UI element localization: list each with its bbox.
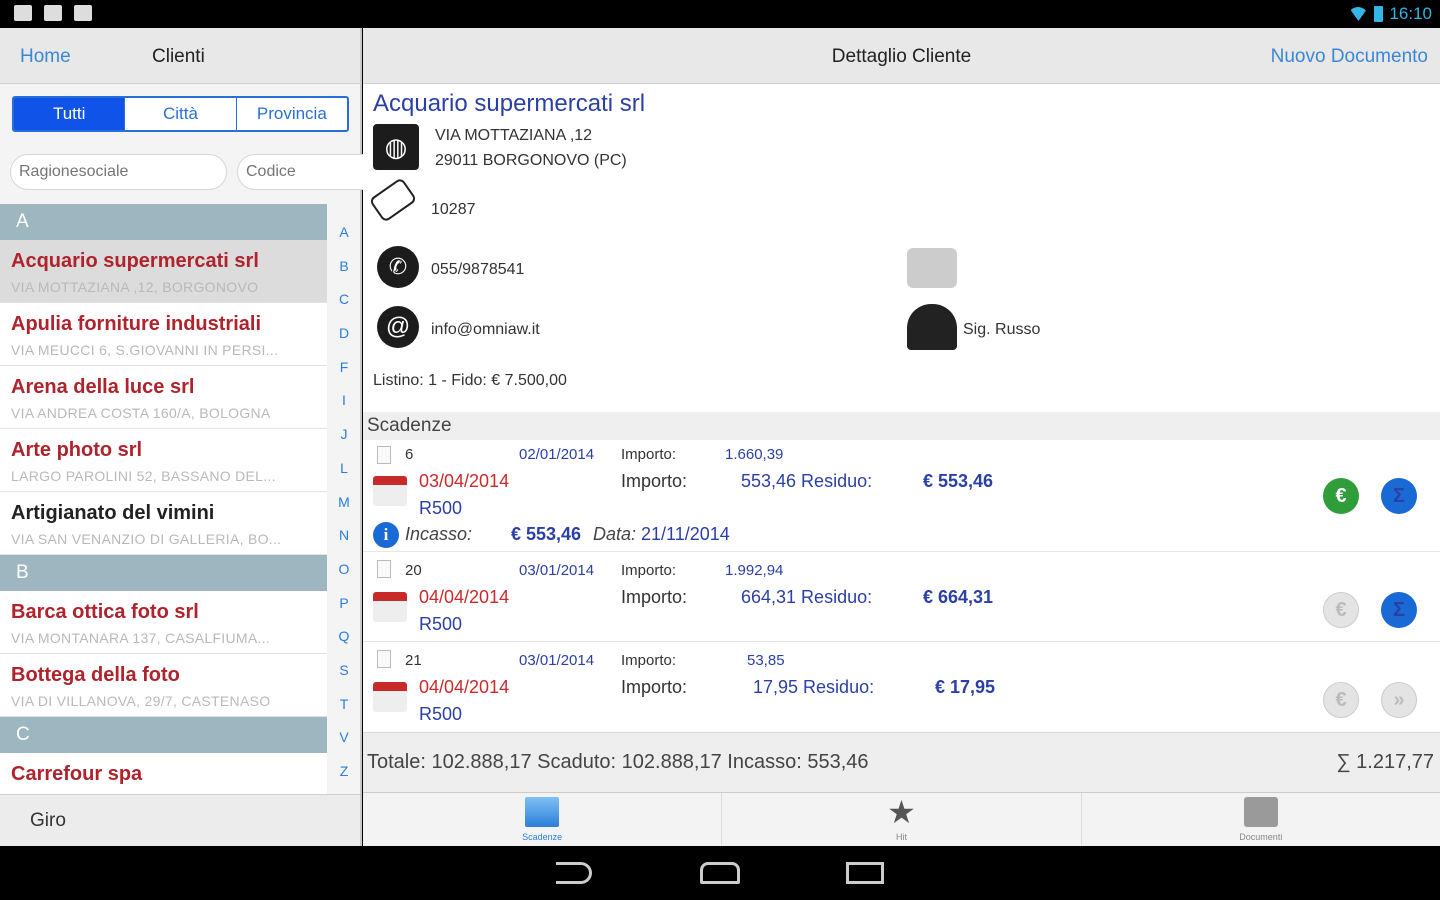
list-item[interactable]: Carrefour spa <box>0 753 327 794</box>
scadenze-icon <box>525 797 560 827</box>
index-letter[interactable]: A <box>332 224 356 258</box>
scadenze-header: Scadenze <box>363 412 1440 440</box>
index-letter[interactable]: C <box>332 291 356 325</box>
tab-documenti[interactable]: Documenti <box>1082 793 1440 846</box>
section-header: B <box>0 555 327 591</box>
recent-apps-icon[interactable] <box>846 862 884 884</box>
documents-icon <box>1243 797 1278 827</box>
clock: 16:10 <box>1389 4 1432 23</box>
calendar-icon <box>373 476 407 506</box>
page-title: Clienti <box>152 46 205 67</box>
email-icon[interactable]: @ <box>377 306 419 348</box>
list-item[interactable]: Acquario supermercati srl VIA MOTTAZIANA… <box>0 240 327 303</box>
clients-footer: Giro <box>0 794 360 846</box>
star-icon: ★ <box>887 794 916 830</box>
index-letter[interactable]: D <box>332 325 356 359</box>
listino-fido: Listino: 1 - Fido: € 7.500,00 <box>373 372 567 389</box>
wifi-icon <box>1348 7 1369 21</box>
forward-button-disabled[interactable]: » <box>1381 682 1417 718</box>
contact-name: Sig. Russo <box>963 321 1041 338</box>
status-bar: 16:10 <box>0 0 1440 28</box>
system-nav-bar <box>0 846 1440 900</box>
battery-icon <box>1374 6 1384 22</box>
due-row[interactable]: 20 03/01/2014 Importo: 1.992,94 04/04/20… <box>363 554 1440 642</box>
phone-icon[interactable]: ✆ <box>377 246 419 288</box>
contact-person-icon <box>907 304 957 350</box>
customer-name: Acquario supermercati srl <box>373 90 646 117</box>
usb-icon <box>14 5 32 21</box>
index-letter[interactable]: I <box>332 392 356 426</box>
index-letter[interactable]: Z <box>332 763 356 797</box>
info-icon[interactable]: i <box>373 522 399 548</box>
euro-payment-button-disabled[interactable]: € <box>1323 592 1359 628</box>
back-icon[interactable] <box>556 862 592 884</box>
clients-list[interactable]: A Acquario supermercati srl VIA MOTTAZIA… <box>0 204 327 794</box>
tab-scadenze[interactable]: Scadenze <box>363 793 723 846</box>
home-icon[interactable] <box>700 862 740 884</box>
address-line-1: VIA MOTTAZIANA ,12 <box>435 127 593 144</box>
alphabet-index[interactable]: A B C D F I J L M N O P Q S T V Z <box>332 224 356 797</box>
filter-segment: Tutti Città Provincia <box>12 96 349 132</box>
document-icon <box>377 446 391 464</box>
sum-button[interactable]: Σ <box>1381 592 1417 628</box>
segment-citta[interactable]: Città <box>125 98 237 130</box>
index-letter[interactable]: J <box>332 426 356 460</box>
index-letter[interactable]: Q <box>332 628 356 662</box>
index-letter[interactable]: O <box>332 561 356 595</box>
segment-tutti[interactable]: Tutti <box>14 98 126 130</box>
calendar-icon <box>373 682 407 712</box>
due-row[interactable]: 21 03/01/2014 Importo: 53,85 04/04/2014 … <box>363 644 1440 732</box>
index-letter[interactable]: T <box>332 696 356 730</box>
ragione-sociale-search[interactable] <box>10 154 227 190</box>
document-icon <box>377 650 391 668</box>
list-item[interactable]: Arena della luce srl VIA ANDREA COSTA 16… <box>0 366 327 429</box>
index-letter[interactable]: S <box>332 662 356 696</box>
globe-icon[interactable]: ◍ <box>373 124 419 170</box>
list-item[interactable]: Artigianato del vimini VIA SAN VENANZIO … <box>0 492 327 555</box>
totals-summary: Totale: 102.888,17 Scaduto: 102.888,17 I… <box>367 751 869 773</box>
totals-sum: ∑ 1.217,77 <box>1336 751 1434 773</box>
euro-payment-button-disabled[interactable]: € <box>1323 682 1359 718</box>
detail-header: Dettaglio Cliente Nuovo Documento <box>363 28 1440 84</box>
index-letter[interactable]: L <box>332 460 356 494</box>
phone-number[interactable]: 055/9878541 <box>431 261 524 279</box>
tab-hit[interactable]: ★ Hit <box>722 793 1082 846</box>
document-icon <box>377 560 391 578</box>
list-item[interactable]: Apulia forniture industriali VIA MEUCCI … <box>0 303 327 366</box>
list-item[interactable]: Barca ottica foto srl VIA MONTANARA 137,… <box>0 591 327 654</box>
index-letter[interactable]: P <box>332 595 356 629</box>
email-address[interactable]: info@omniaw.it <box>431 321 540 339</box>
index-letter[interactable]: V <box>332 729 356 763</box>
index-letter[interactable]: M <box>332 494 356 528</box>
list-item[interactable]: Arte photo srl LARGO PAROLINI 52, BASSAN… <box>0 429 327 492</box>
index-letter[interactable]: B <box>332 258 356 292</box>
client-detail-panel: Dettaglio Cliente Nuovo Documento Acquar… <box>363 28 1440 846</box>
section-header: A <box>0 204 327 240</box>
image-icon <box>44 5 62 21</box>
list-item[interactable]: Bottega della foto VIA DI VILLANOVA, 29/… <box>0 654 327 717</box>
game-icon <box>74 5 92 21</box>
notification-icons <box>14 5 92 21</box>
totals-bar: Totale: 102.888,17 Scaduto: 102.888,17 I… <box>363 732 1440 792</box>
euro-payment-button[interactable]: € <box>1323 478 1359 514</box>
due-row[interactable]: 6 02/01/2014 Importo: 1.660,39 03/04/201… <box>363 440 1440 552</box>
segment-provincia[interactable]: Provincia <box>237 98 347 130</box>
sum-button[interactable]: Σ <box>1381 478 1417 514</box>
giro-button[interactable]: Giro <box>30 810 66 832</box>
index-letter[interactable]: N <box>332 527 356 561</box>
tag-icon <box>368 177 418 223</box>
address-line-2: 29011 BORGONOVO (PC) <box>435 152 627 169</box>
home-link[interactable]: Home <box>20 46 71 68</box>
bottom-tabs: Scadenze ★ Hit Documenti <box>363 792 1440 846</box>
clients-panel: Home Clienti Tutti Città Provincia A Acq… <box>0 28 454 846</box>
new-document-button[interactable]: Nuovo Documento <box>1271 46 1428 68</box>
calendar-icon <box>373 592 407 622</box>
fax-icon[interactable] <box>907 248 957 288</box>
customer-code: 10287 <box>431 201 476 218</box>
index-letter[interactable]: F <box>332 359 356 393</box>
clients-header: Home Clienti <box>0 28 360 84</box>
section-header: C <box>0 717 327 753</box>
